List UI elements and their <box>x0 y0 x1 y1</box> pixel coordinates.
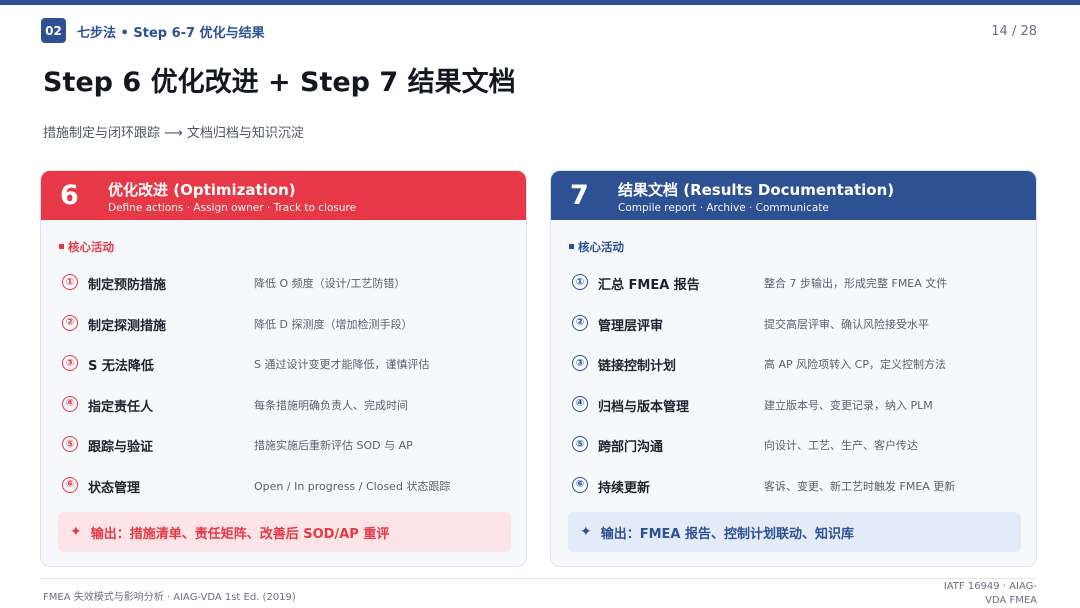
card-body: 核心活动 ① 制定预防措施 降低 O 频度（设计/工艺防错） ② 制定探测措施 … <box>41 220 526 566</box>
sparkle-icon: ✦ <box>70 524 82 540</box>
item-label: 状态管理 <box>88 480 141 496</box>
item-number: ② <box>65 317 75 329</box>
item-description: 降低 O 频度（设计/工艺防错） <box>254 277 406 290</box>
activity-item: ④ 指定责任人 每条措施明确负责人、完成时间 <box>41 393 526 434</box>
item-number: ② <box>575 317 585 329</box>
activity-item: ② 管理层评审 提交高层评审、确认风险接受水平 <box>551 312 1036 353</box>
circled-number-icon: ① <box>572 274 588 290</box>
activity-item: ③ S 无法降低 S 通过设计变更才能降低，谨慎评估 <box>41 352 526 393</box>
square-bullet-icon <box>569 244 574 249</box>
card-body: 核心活动 ① 汇总 FMEA 报告 整合 7 步输出，形成完整 FMEA 文件 … <box>551 220 1036 566</box>
item-number: ③ <box>65 357 75 369</box>
footer-divider <box>40 578 1037 579</box>
circled-number-icon: ② <box>62 314 78 331</box>
card-description: Define actions · Assign owner · Track to… <box>108 202 357 214</box>
item-label: 跨部门沟通 <box>598 440 664 456</box>
footer-standard: IATF 16949 · AIAG-VDA FMEA <box>943 581 1037 606</box>
item-number: ① <box>65 276 75 288</box>
activity-item: ⑤ 跟踪与验证 措施实施后重新评估 SOD 与 AP <box>41 433 526 474</box>
circled-number-icon: ⑥ <box>62 476 78 493</box>
section-label: 核心活动 <box>59 239 114 255</box>
item-description: Open / In progress / Closed 状态跟踪 <box>254 479 451 493</box>
item-description: 建立版本号、变更记录，纳入 PLM <box>764 398 933 412</box>
circled-number-icon: ③ <box>572 355 588 372</box>
square-bullet-icon <box>59 244 64 249</box>
sparkle-icon: ✦ <box>580 524 592 540</box>
item-description: 整合 7 步输出，形成完整 FMEA 文件 <box>764 277 948 290</box>
output-box: ✦ 输出：措施清单、责任矩阵、改善后 SOD/AP 重评 <box>58 512 511 552</box>
page-indicator: 14 / 28 <box>991 24 1037 39</box>
top-accent-bar <box>0 0 1080 5</box>
circled-number-icon: ② <box>572 314 588 331</box>
item-label: 制定预防措施 <box>88 278 167 293</box>
item-number: ③ <box>575 357 585 369</box>
item-description: S 通过设计变更才能降低，谨慎评估 <box>254 358 430 372</box>
item-label: 归档与版本管理 <box>598 399 690 415</box>
card-title: 优化改进 (Optimization) <box>108 181 296 199</box>
item-label: S 无法降低 <box>88 359 154 375</box>
step-6-card: 6 优化改进 (Optimization) Define actions · A… <box>40 170 527 567</box>
item-number: ⑥ <box>65 479 75 491</box>
activity-list: ① 汇总 FMEA 报告 整合 7 步输出，形成完整 FMEA 文件 ② 管理层… <box>551 271 1036 515</box>
output-text: 输出：措施清单、责任矩阵、改善后 SOD/AP 重评 <box>90 526 390 542</box>
section-label-text: 核心活动 <box>578 240 624 254</box>
circled-number-icon: ④ <box>62 395 78 412</box>
step-7-card: 7 结果文档 (Results Documentation) Compile r… <box>550 170 1037 567</box>
item-number: ④ <box>65 398 75 410</box>
item-number: ⑤ <box>575 438 585 450</box>
activity-item: ③ 链接控制计划 高 AP 风险项转入 CP，定义控制方法 <box>551 352 1036 393</box>
item-description: 每条措施明确负责人、完成时间 <box>254 398 408 412</box>
step-number: 7 <box>570 180 589 211</box>
card-header: 6 优化改进 (Optimization) Define actions · A… <box>41 171 526 220</box>
item-label: 管理层评审 <box>598 318 664 334</box>
section-label-text: 核心活动 <box>68 240 114 254</box>
activity-item: ⑤ 跨部门沟通 向设计、工艺、生产、客户传达 <box>551 433 1036 474</box>
item-number: ⑤ <box>65 438 75 450</box>
item-label: 跟踪与验证 <box>88 440 154 456</box>
activity-item: ② 制定探测措施 降低 D 探测度（增加检测手段） <box>41 312 526 353</box>
footer-source: FMEA 失效模式与影响分析 · AIAG-VDA 1st Ed. (2019) <box>43 592 296 603</box>
activity-item: ① 汇总 FMEA 报告 整合 7 步输出，形成完整 FMEA 文件 <box>551 271 1036 312</box>
circled-number-icon: ④ <box>572 395 588 412</box>
card-header: 7 结果文档 (Results Documentation) Compile r… <box>551 171 1036 220</box>
item-description: 高 AP 风险项转入 CP，定义控制方法 <box>764 358 946 372</box>
item-number: ⑥ <box>575 479 585 491</box>
circled-number-icon: ③ <box>62 355 78 372</box>
breadcrumb: 七步法 • Step 6-7 优化与结果 <box>77 26 265 41</box>
activity-item: ⑥ 持续更新 客诉、变更、新工艺时触发 FMEA 更新 <box>551 474 1036 515</box>
item-description: 客诉、变更、新工艺时触发 FMEA 更新 <box>764 479 956 493</box>
circled-number-icon: ① <box>62 274 78 290</box>
section-label: 核心活动 <box>569 239 624 255</box>
item-label: 链接控制计划 <box>598 359 677 375</box>
card-title: 结果文档 (Results Documentation) <box>618 181 895 199</box>
circled-number-icon: ⑤ <box>62 436 78 453</box>
item-description: 降低 D 探测度（增加检测手段） <box>254 317 413 331</box>
item-label: 指定责任人 <box>88 399 154 415</box>
item-number: ① <box>575 276 585 288</box>
output-text: 输出：FMEA 报告、控制计划联动、知识库 <box>600 526 855 542</box>
item-description: 措施实施后重新评估 SOD 与 AP <box>254 439 413 453</box>
step-number: 6 <box>60 180 79 211</box>
page-title: Step 6 优化改进 + Step 7 结果文档 <box>43 67 516 98</box>
item-label: 制定探测措施 <box>88 318 167 334</box>
circled-number-icon: ⑤ <box>572 436 588 453</box>
item-label: 持续更新 <box>598 480 651 496</box>
activity-list: ① 制定预防措施 降低 O 频度（设计/工艺防错） ② 制定探测措施 降低 D … <box>41 271 526 515</box>
item-description: 向设计、工艺、生产、客户传达 <box>764 439 918 453</box>
output-box: ✦ 输出：FMEA 报告、控制计划联动、知识库 <box>568 512 1021 552</box>
item-description: 提交高层评审、确认风险接受水平 <box>764 317 929 331</box>
activity-item: ④ 归档与版本管理 建立版本号、变更记录，纳入 PLM <box>551 393 1036 434</box>
circled-number-icon: ⑥ <box>572 476 588 493</box>
page-subtitle: 措施制定与闭环跟踪 ⟶ 文档归档与知识沉淀 <box>43 126 304 141</box>
activity-item: ⑥ 状态管理 Open / In progress / Closed 状态跟踪 <box>41 474 526 515</box>
item-label: 汇总 FMEA 报告 <box>598 278 700 293</box>
item-number: ④ <box>575 398 585 410</box>
activity-item: ① 制定预防措施 降低 O 频度（设计/工艺防错） <box>41 271 526 312</box>
section-number-badge: 02 <box>41 18 66 43</box>
card-description: Compile report · Archive · Communicate <box>618 202 829 214</box>
